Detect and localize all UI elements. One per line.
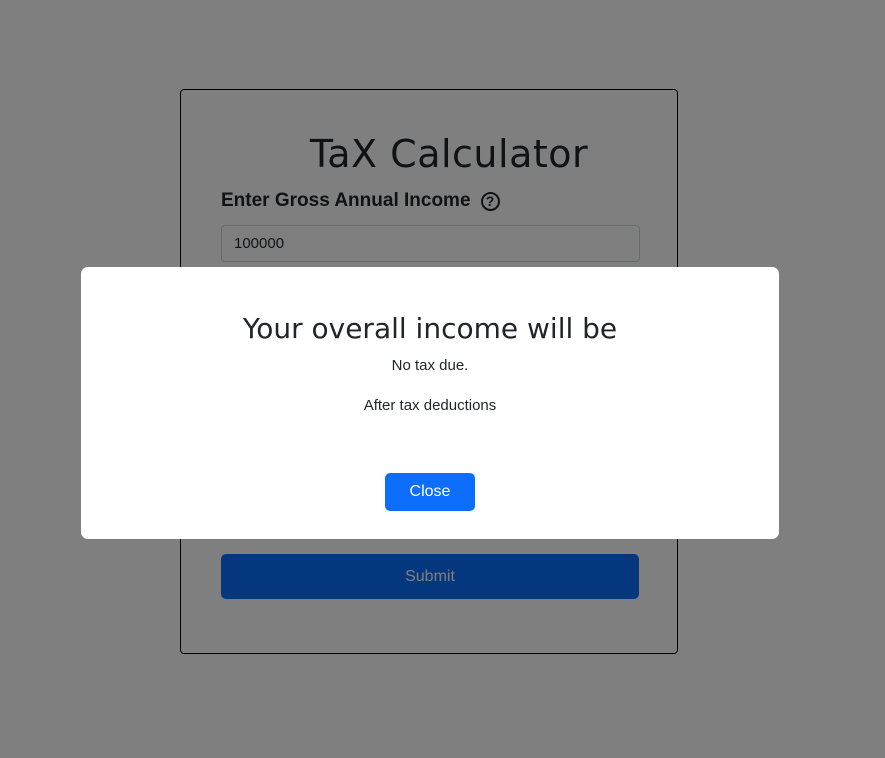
- modal-title: Your overall income will be: [242, 312, 618, 345]
- result-modal: Your overall income will be No tax due. …: [81, 267, 779, 539]
- close-button[interactable]: Close: [385, 473, 475, 511]
- modal-tax-message: No tax due.: [391, 357, 469, 374]
- modal-deductions-text: After tax deductions: [363, 397, 497, 414]
